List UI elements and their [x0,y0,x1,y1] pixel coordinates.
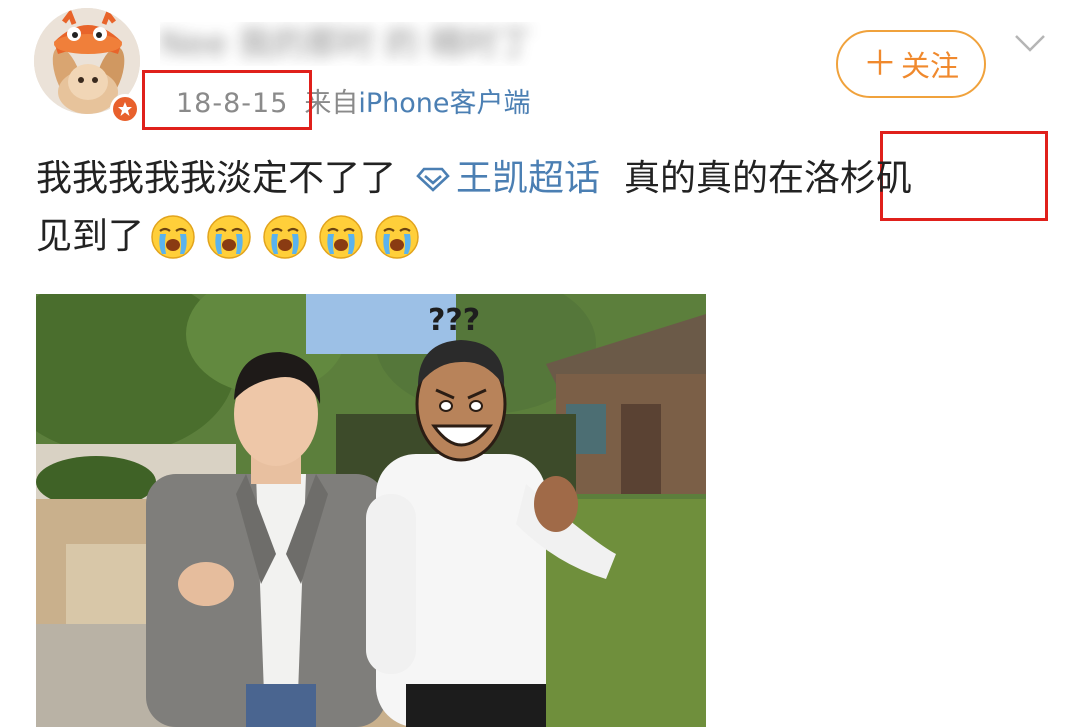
photo-caption: ??? [428,303,480,338]
avatar-container[interactable] [34,8,146,126]
diamond-icon [416,167,450,192]
crying-face-icon [263,215,307,259]
emoji-row [150,214,430,260]
post-text-line-2: 见到了 [36,208,1046,266]
follow-button[interactable]: ＋ 关注 [836,30,986,98]
verified-badge-icon [110,94,140,124]
post-text-line-2-text: 见到了 [36,216,145,257]
username[interactable]: Nee 我的那时 的 精时丁 [160,22,630,66]
follow-label: 关注 [900,49,959,83]
post-text-part-2: 真的真的在洛杉矶 [624,158,913,199]
post-meta: 18-8-15 来自iPhone客户端 [176,84,531,124]
crying-face-icon [319,215,363,259]
plus-icon: ＋ [862,44,897,84]
post-text-part-1: 我我我我我淡定不了了 [36,158,397,199]
crying-face-icon [151,215,195,259]
post-body: 我我我我我淡定不了了 王凯超话 真的真的在洛杉矶 见到了 [36,150,1046,266]
topic-label: 王凯超话 [456,158,601,199]
weibo-post: Nee 我的那时 的 精时丁 18-8-15 来自iPhone客户端 ＋ 关注 我… [0,0,1080,727]
topic-link[interactable]: 王凯超话 [416,150,600,208]
crying-face-icon [207,215,251,259]
post-photo[interactable]: ??? [36,294,706,727]
crying-face-icon [375,215,419,259]
post-timestamp: 18-8-15 [176,88,289,119]
post-text-line-1: 我我我我我淡定不了了 王凯超话 真的真的在洛杉矶 [36,150,1046,208]
source-client-link[interactable]: iPhone客户端 [358,88,530,119]
source-prefix: 来自 [304,88,359,119]
username-text: Nee 我的那时 的 精时丁 [160,24,532,64]
chevron-down-icon[interactable] [1010,28,1050,58]
